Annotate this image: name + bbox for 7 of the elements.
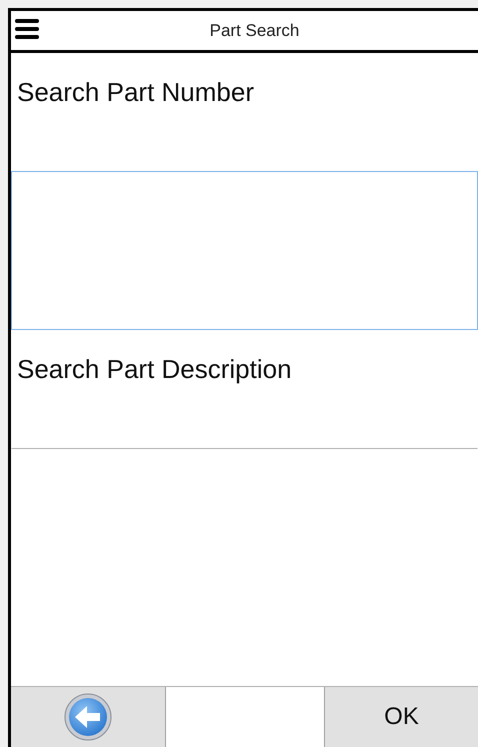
page-title: Part Search <box>208 20 300 42</box>
field-label: Search Part Description <box>17 354 292 384</box>
back-button[interactable] <box>11 687 166 747</box>
ok-button[interactable]: OK <box>324 687 478 747</box>
input-field[interactable] <box>11 171 478 330</box>
field-label: Search Part Number <box>17 77 254 107</box>
menu-button[interactable] <box>15 16 41 42</box>
